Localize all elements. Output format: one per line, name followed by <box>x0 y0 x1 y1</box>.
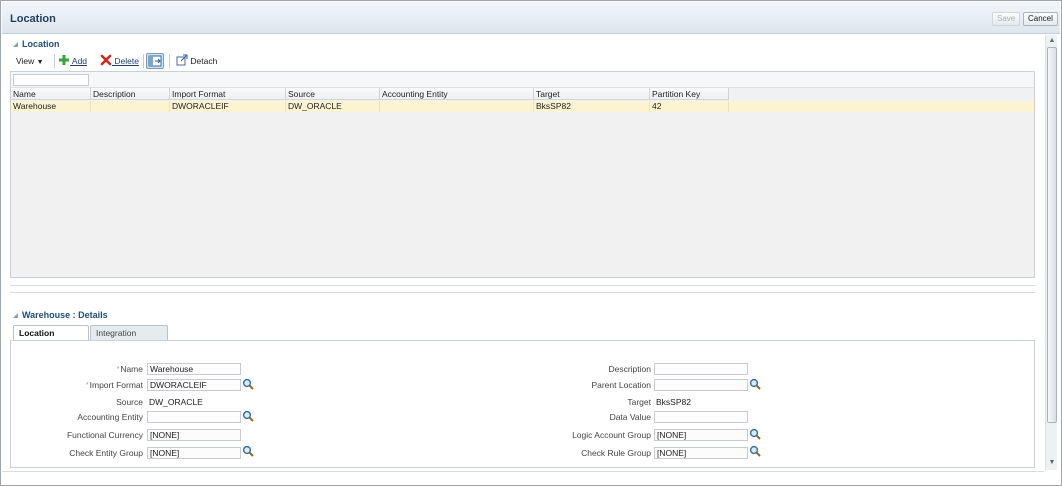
scrollbar-thumb[interactable] <box>1047 47 1057 423</box>
table-row[interactable]: Warehouse DWORACLEIF DW_ORACLE BksSP82 4… <box>11 101 1034 112</box>
tab-integration-option[interactable]: Integration Option <box>90 325 168 352</box>
toolbar-separator <box>54 54 55 68</box>
parent-location-field[interactable] <box>654 379 748 391</box>
functional-currency-label: Functional Currency <box>66 430 143 440</box>
save-button[interactable]: Save <box>992 12 1021 26</box>
filter-input[interactable] <box>13 74 89 86</box>
logic-account-group-label: Logic Account Group <box>572 430 651 440</box>
location-section-header[interactable]: Location <box>13 39 60 49</box>
column-header-import-format[interactable]: Import Format <box>170 88 286 100</box>
import-format-field[interactable]: DWORACLEIF <box>147 379 241 391</box>
add-button-label: Add <box>71 56 88 66</box>
cell-target: BksSP82 <box>534 101 650 112</box>
location-section-title: Location <box>22 39 60 49</box>
accounting-entity-label: Accounting Entity <box>77 412 143 422</box>
cell-description <box>91 101 170 112</box>
data-value-label: Data Value <box>609 412 651 422</box>
view-menu-label: View <box>16 56 35 66</box>
plus-icon <box>59 55 69 65</box>
search-icon[interactable] <box>242 378 254 390</box>
toolbar-separator <box>143 54 144 68</box>
cell-partition-key: 42 <box>650 101 729 112</box>
cancel-button[interactable]: Cancel <box>1023 12 1058 26</box>
cell-source: DW_ORACLE <box>286 101 380 112</box>
delete-button[interactable]: Delete <box>100 54 139 68</box>
accounting-entity-field[interactable] <box>147 411 241 423</box>
column-header-description[interactable]: Description <box>91 88 170 100</box>
column-header-partition-key[interactable]: Partition Key <box>650 88 729 100</box>
vertical-scrollbar[interactable]: ▲ ▼ <box>1045 35 1057 470</box>
column-header-target[interactable]: Target <box>534 88 650 100</box>
delete-button-label: Delete <box>114 56 139 66</box>
detach-button[interactable]: Detach <box>176 54 217 68</box>
column-header-accounting-entity[interactable]: Accounting Entity <box>380 88 534 100</box>
detach-icon <box>176 54 188 66</box>
application-frame: Location Save Cancel Location View ▼ Add… <box>0 0 1062 486</box>
location-table: Name Description Import Format Source Ac… <box>10 71 1035 278</box>
check-entity-group-label: Check Entity Group <box>69 448 143 458</box>
cell-import-format: DWORACLEIF <box>170 101 286 112</box>
table-empty-area <box>11 112 1034 277</box>
description-label: Description <box>608 364 651 374</box>
search-icon[interactable] <box>749 445 761 457</box>
functional-currency-field[interactable]: [NONE] <box>147 429 241 441</box>
detach-button-label: Detach <box>190 56 218 66</box>
page-title: Location <box>10 13 56 25</box>
table-toolbar: View ▼ Add Delete Detach <box>10 52 1035 70</box>
details-section-header[interactable]: Warehouse : Details <box>13 310 108 320</box>
cell-accounting-entity <box>380 101 534 112</box>
freeze-button[interactable] <box>146 53 164 69</box>
collapse-icon[interactable] <box>13 42 18 47</box>
data-value-field[interactable] <box>654 411 748 423</box>
view-menu[interactable]: View ▼ <box>16 54 44 68</box>
x-icon <box>100 54 112 66</box>
import-format-label-text: Import Format <box>89 380 143 390</box>
scroll-down-icon[interactable]: ▼ <box>1047 458 1057 468</box>
freeze-icon <box>148 55 162 67</box>
required-icon: * <box>116 366 120 373</box>
source-label: Source <box>116 397 143 407</box>
name-label: *Name <box>31 363 143 375</box>
scroll-up-icon[interactable]: ▲ <box>1047 36 1057 46</box>
tab-location-details[interactable]: Location Details <box>13 325 89 352</box>
details-section-title: Warehouse : Details <box>22 310 108 320</box>
required-icon: * <box>85 382 89 389</box>
parent-location-label: Parent Location <box>591 380 651 390</box>
search-icon[interactable] <box>749 378 761 390</box>
cell-name: Warehouse <box>11 101 91 112</box>
filter-row <box>11 72 1034 88</box>
column-header-source[interactable]: Source <box>286 88 380 100</box>
toolbar-separator <box>169 54 170 68</box>
details-panel: *Name Warehouse *Import Format DWORACLEI… <box>10 340 1035 468</box>
target-label: Target <box>627 397 651 407</box>
search-icon[interactable] <box>749 428 761 440</box>
name-label-text: Name <box>120 364 143 374</box>
check-rule-group-label: Check Rule Group <box>581 448 651 458</box>
logic-account-group-field[interactable]: [NONE] <box>654 429 748 441</box>
search-icon[interactable] <box>242 445 254 457</box>
target-value: BksSP82 <box>656 397 691 407</box>
check-rule-group-field[interactable]: [NONE] <box>654 447 748 459</box>
name-field[interactable]: Warehouse <box>147 363 241 375</box>
import-format-label: *Import Format <box>31 379 143 391</box>
description-field[interactable] <box>654 363 748 375</box>
panel-splitter[interactable] <box>10 285 1035 293</box>
page-header: Location Save Cancel <box>2 2 1060 34</box>
add-button[interactable]: Add <box>58 54 87 68</box>
bottom-border <box>2 471 1044 485</box>
column-header-name[interactable]: Name <box>11 88 91 100</box>
chevron-down-icon: ▼ <box>36 59 44 66</box>
check-entity-group-field[interactable]: [NONE] <box>147 447 241 459</box>
collapse-icon[interactable] <box>13 313 18 318</box>
source-value: DW_ORACLE <box>149 397 203 407</box>
search-icon[interactable] <box>242 410 254 422</box>
